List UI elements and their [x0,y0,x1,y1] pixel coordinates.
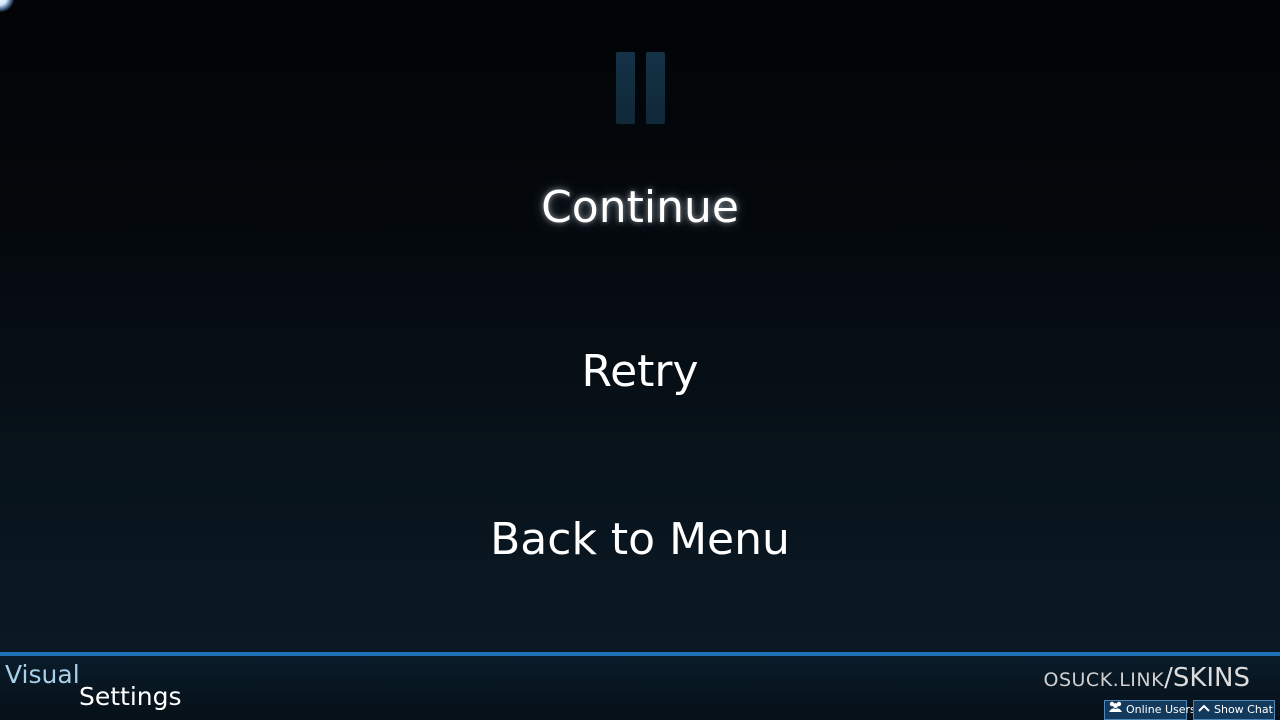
skins-link[interactable]: OSUCK.LINK/SKINS [1044,662,1251,694]
pause-screen: Continue Retry Back to Menu Visual Setti… [0,0,1280,720]
continue-button[interactable]: Continue [0,180,1280,236]
pause-icon [616,52,666,124]
footer-bar: Visual Settings OSUCK.LINK/SKINS [0,652,1280,720]
online-users-label: Online Users [1126,703,1196,716]
visual-settings-label-top: Visual [5,660,80,689]
show-chat-button[interactable]: Show Chat [1193,700,1275,720]
skins-link-suffix: /SKINS [1164,663,1250,693]
skins-link-prefix: OSUCK.LINK [1043,669,1165,691]
visual-settings-button[interactable]: Visual Settings [5,660,205,716]
online-users-button[interactable]: Online Users [1104,700,1196,720]
visual-settings-label-bottom: Settings [79,682,182,711]
chevron-up-icon [1197,701,1211,719]
footer-accent-line [0,652,1280,656]
show-chat-label: Show Chat [1214,703,1273,716]
users-icon [1108,701,1123,719]
pause-bar-left [616,52,635,124]
retry-button[interactable]: Retry [0,344,1280,400]
pause-bar-right [646,52,665,124]
cursor-icon [0,0,14,12]
back-to-menu-button[interactable]: Back to Menu [0,512,1280,568]
